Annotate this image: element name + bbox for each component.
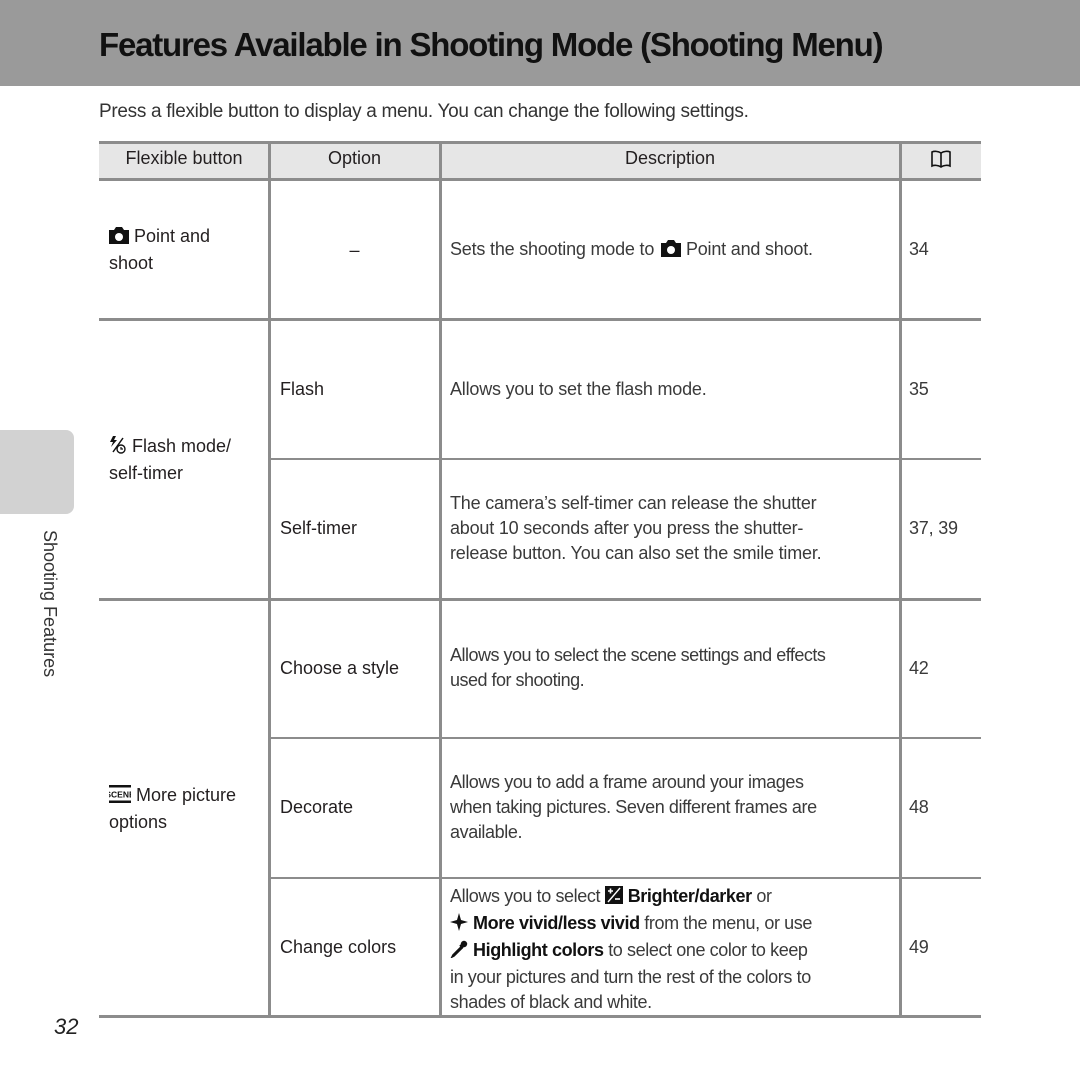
book-icon [900, 149, 981, 174]
page-reference[interactable]: 34 [909, 237, 929, 262]
description-cell: The camera’s self-timer can release the … [450, 493, 822, 563]
page-reference[interactable]: 35 [909, 377, 929, 402]
brightness-icon [604, 886, 623, 911]
description-cell: Allows you to select Brighter/darker or … [450, 886, 812, 1012]
description-cell: Allows you to add a frame around your im… [450, 772, 817, 842]
description-cell: Allows you to set the flash mode. [450, 379, 707, 399]
camera-icon [109, 226, 129, 251]
option-self-timer: Self-timer [280, 518, 358, 538]
scene-icon: SCENE [105, 785, 135, 810]
option-cell: – [349, 240, 360, 260]
page-reference[interactable]: 48 [909, 795, 929, 820]
camera-icon [660, 239, 681, 264]
option-flash: Flash [280, 379, 325, 399]
svg-text:SCENE: SCENE [109, 790, 131, 800]
flexible-button-flash-self-timer: Flash mode/ self-timer [109, 436, 232, 483]
column-divider [268, 141, 271, 1017]
column-divider [899, 141, 902, 1017]
option-change-colors: Change colors [280, 937, 397, 957]
page-reference[interactable]: 49 [909, 935, 929, 960]
description-cell: Allows you to select the scene settings … [450, 645, 826, 690]
flexible-button-more-picture-options: SCENE More picture options [105, 783, 269, 835]
group-rule [99, 318, 981, 321]
row-rule [269, 877, 981, 879]
page-reference[interactable]: 37, 39 [909, 516, 958, 541]
row-rule [269, 458, 981, 460]
header-bottom-rule [99, 178, 981, 181]
row-rule [269, 737, 981, 739]
intro-text: Press a flexible button to display a men… [99, 101, 749, 122]
table-top-rule [99, 141, 981, 144]
option-choose-a-style: Choose a style [280, 658, 400, 678]
eyedropper-icon [450, 940, 468, 965]
flexible-button-point-and-shoot: Point and shoot [109, 226, 211, 273]
header-option: Option [327, 148, 382, 168]
vivid-icon [450, 913, 468, 938]
flash-self-timer-icon [109, 436, 127, 461]
option-decorate: Decorate [280, 797, 354, 817]
group-rule [99, 598, 981, 601]
description-cell: Sets the shooting mode to Point and shoo… [450, 237, 895, 264]
page-title: Features Available in Shooting Mode (Sho… [99, 26, 884, 63]
section-label-text: Shooting Features [40, 530, 60, 678]
section-tab[interactable] [0, 430, 74, 514]
header-description: Description [624, 148, 716, 168]
column-divider [439, 141, 442, 1017]
section-label: Shooting Features [38, 530, 60, 700]
page-reference[interactable]: 42 [909, 656, 929, 681]
table-bottom-rule [99, 1015, 981, 1018]
header-flexible-button: Flexible button [125, 148, 243, 168]
page-number: 32 [54, 1014, 79, 1039]
title-bar: Features Available in Shooting Mode (Sho… [0, 0, 1080, 86]
